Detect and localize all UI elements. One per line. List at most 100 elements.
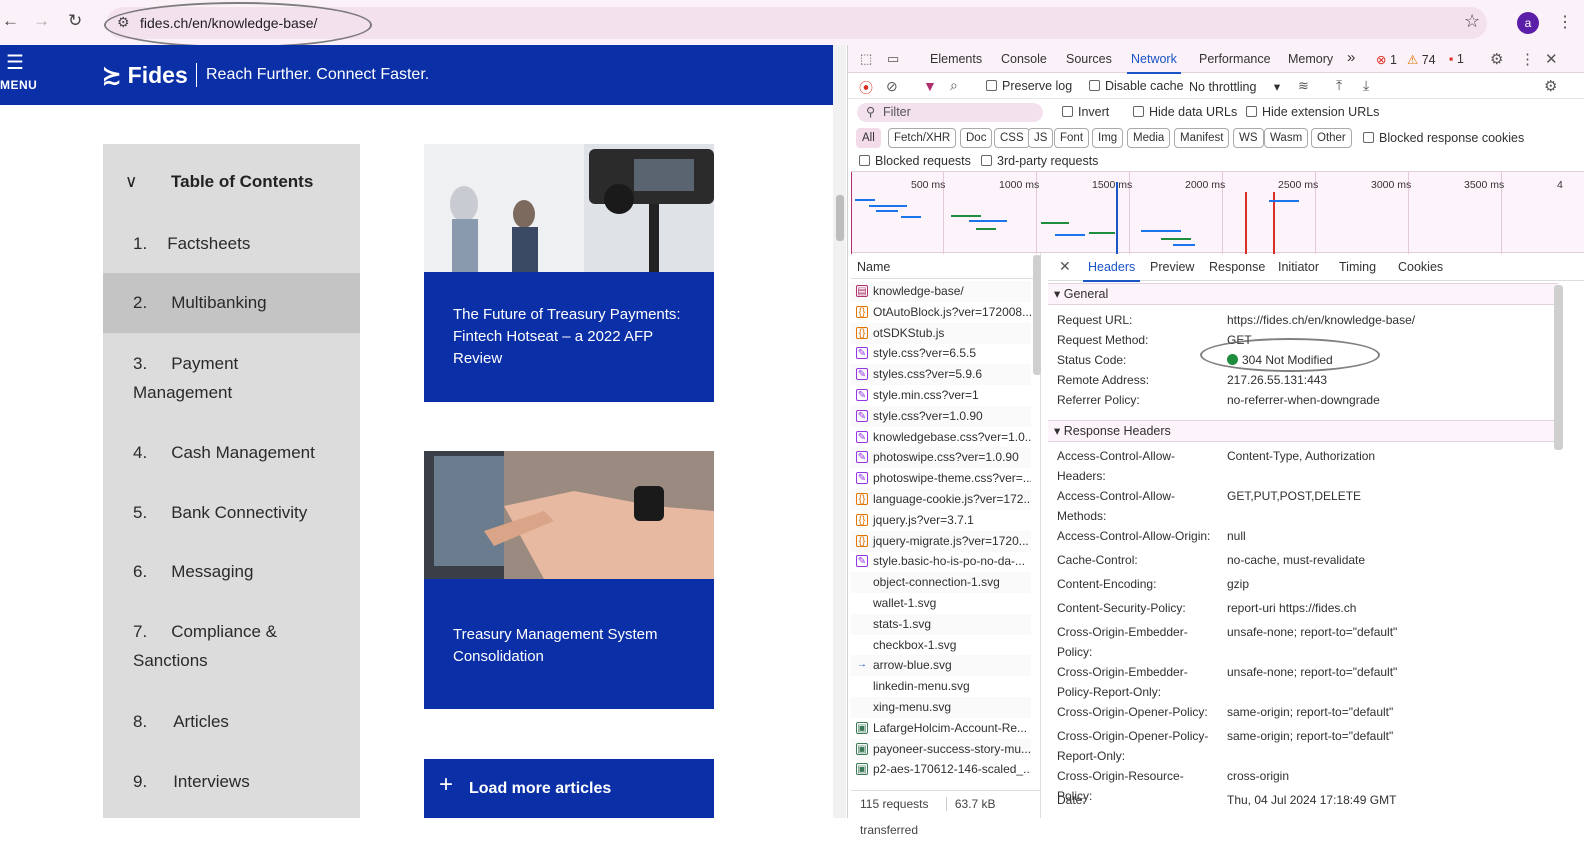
tab-elements[interactable]: Elements	[930, 52, 982, 66]
request-row[interactable]: ▣ payoneer-success-story-mu...	[851, 738, 1031, 760]
devtools-menu-icon[interactable]: ⋮	[1520, 50, 1535, 68]
request-row[interactable]: xing-menu.svg	[851, 697, 1031, 718]
tab-headers[interactable]: Headers	[1082, 260, 1141, 282]
type-filter-font[interactable]: Font	[1054, 128, 1090, 148]
settings-gear-icon[interactable]: ⚙	[1490, 50, 1503, 68]
request-row[interactable]: stats-1.svg	[851, 613, 1031, 635]
type-filter-all[interactable]: All	[856, 128, 881, 148]
toc-item-messaging[interactable]: 6. Messaging	[103, 557, 360, 586]
toc-item-factsheets[interactable]: 1. Factsheets	[103, 229, 360, 258]
request-row[interactable]: {} jquery-migrate.js?ver=1720...	[851, 530, 1031, 552]
details-scrollbar[interactable]	[1554, 285, 1563, 450]
blocked-response-cookies-checkbox[interactable]: Blocked response cookies	[1363, 131, 1524, 145]
network-settings-icon[interactable]: ⚙	[1544, 77, 1557, 95]
network-overview-timeline[interactable]: 500 ms 1000 ms 1500 ms 2000 ms 2500 ms 3…	[851, 171, 1584, 254]
preserve-log-checkbox[interactable]: Preserve log	[986, 79, 1072, 93]
toc-item-articles[interactable]: 8. Articles	[103, 707, 360, 736]
error-count-badge[interactable]: ⊗ 1	[1376, 52, 1397, 67]
request-row[interactable]: ✎ styles.css?ver=5.9.6	[851, 364, 1031, 386]
tab-console[interactable]: Console	[1001, 52, 1047, 66]
close-details-icon[interactable]: ✕	[1059, 258, 1071, 275]
invert-checkbox[interactable]: Invert	[1062, 105, 1109, 119]
type-filter-doc[interactable]: Doc	[960, 128, 993, 148]
article-title[interactable]: Treasury Management System Consolidation	[453, 624, 693, 668]
request-list-scrollbar[interactable]	[1033, 255, 1041, 375]
close-devtools-icon[interactable]: ✕	[1545, 50, 1558, 68]
search-icon[interactable]: ⌕	[950, 77, 958, 94]
type-filter-css[interactable]: CSS	[994, 128, 1030, 148]
toc-item-cash-management[interactable]: 4. Cash Management	[103, 438, 360, 467]
bookmark-star-icon[interactable]: ☆	[1464, 11, 1480, 32]
tab-sources[interactable]: Sources	[1066, 52, 1112, 66]
type-filter-js[interactable]: JS	[1028, 128, 1054, 148]
toc-item-multibanking[interactable]: 2. Multibanking	[103, 273, 360, 333]
response-headers-section-header[interactable]: ▾ Response Headers	[1048, 420, 1558, 442]
article-card[interactable]: The Future of Treasury Payments: Fintech…	[424, 144, 714, 402]
request-row[interactable]: ✎ photoswipe.css?ver=1.0.90	[851, 447, 1031, 469]
request-row[interactable]: ✎ photoswipe-theme.css?ver=...	[851, 468, 1031, 489]
tab-preview[interactable]: Preview	[1150, 260, 1194, 274]
type-filter-img[interactable]: Img	[1092, 128, 1124, 148]
request-row[interactable]: ✎ style.basic-ho-is-po-no-da-...	[851, 551, 1031, 572]
type-filter-other[interactable]: Other	[1311, 128, 1352, 148]
hide-extension-urls-checkbox[interactable]: Hide extension URLs	[1246, 105, 1379, 119]
article-card[interactable]: Treasury Management System Consolidation	[424, 451, 714, 709]
toc-item-bank-connectivity[interactable]: 5. Bank Connectivity	[103, 498, 360, 527]
toc-item-interviews[interactable]: 9. Interviews	[103, 767, 360, 796]
type-filter-manifest[interactable]: Manifest	[1174, 128, 1230, 148]
article-title[interactable]: The Future of Treasury Payments: Fintech…	[453, 304, 693, 370]
hamburger-menu-icon[interactable]: ☰	[6, 53, 24, 73]
type-filter-fetch[interactable]: Fetch/XHR	[888, 128, 957, 148]
general-section-header[interactable]: ▾ General	[1048, 283, 1558, 305]
page-scrollbar-thumb[interactable]	[836, 195, 844, 241]
request-row[interactable]: object-connection-1.svg	[851, 572, 1031, 594]
back-arrow-icon[interactable]: ←	[2, 11, 19, 31]
fides-logo[interactable]: ≿ Fides	[102, 62, 188, 89]
tab-cookies[interactable]: Cookies	[1398, 260, 1443, 274]
warning-count-badge[interactable]: ⚠ 74	[1407, 52, 1436, 67]
tab-performance[interactable]: Performance	[1199, 52, 1271, 66]
filter-funnel-icon[interactable]: ▼	[923, 78, 937, 94]
type-filter-wasm[interactable]: Wasm	[1264, 128, 1309, 148]
avatar[interactable]: a	[1517, 12, 1539, 34]
request-row[interactable]: ▣ p2-aes-170612-146-scaled_...	[851, 759, 1031, 780]
type-filter-ws[interactable]: WS	[1233, 128, 1264, 148]
request-row[interactable]: → arrow-blue.svg	[851, 655, 1031, 677]
tab-network[interactable]: Network	[1127, 52, 1181, 74]
throttling-select[interactable]: No throttling ▾	[1189, 79, 1280, 94]
tab-response[interactable]: Response	[1209, 260, 1265, 274]
request-row[interactable]: ✎ style.min.css?ver=1	[851, 385, 1031, 406]
request-row[interactable]: ✎ knowledgebase.css?ver=1.0....	[851, 427, 1031, 448]
request-row[interactable]: ▤ knowledge-base/	[851, 281, 1031, 302]
toc-item-payment-management[interactable]: 3. Payment Management	[103, 349, 360, 407]
load-more-button[interactable]: + Load more articles	[424, 759, 714, 818]
issues-count-badge[interactable]: ▪ 1	[1449, 52, 1464, 66]
clear-log-icon[interactable]: ⊘	[886, 78, 898, 95]
device-toolbar-icon[interactable]: ▭	[887, 51, 899, 67]
name-column-header[interactable]: Name	[851, 253, 1041, 279]
inspect-element-icon[interactable]: ⬚	[860, 51, 872, 67]
toc-item-compliance[interactable]: 7. Compliance & Sanctions	[103, 617, 360, 675]
tab-initiator[interactable]: Initiator	[1278, 260, 1319, 274]
request-row[interactable]: {} OtAutoBlock.js?ver=172008...	[851, 302, 1031, 323]
import-har-icon[interactable]: ⤒	[1336, 77, 1342, 94]
third-party-requests-checkbox[interactable]: 3rd-party requests	[981, 154, 1098, 168]
request-row[interactable]: {} otSDKStub.js	[851, 322, 1031, 344]
forward-arrow-icon[interactable]: →	[33, 11, 50, 31]
request-row[interactable]: {} language-cookie.js?ver=172...	[851, 489, 1031, 510]
request-row[interactable]: {} jquery.js?ver=3.7.1	[851, 510, 1031, 531]
browser-menu-icon[interactable]: ⋮	[1557, 12, 1573, 32]
disable-cache-checkbox[interactable]: Disable cache	[1089, 79, 1184, 93]
request-row[interactable]: ✎ style.css?ver=6.5.5	[851, 343, 1031, 364]
blocked-requests-checkbox[interactable]: Blocked requests	[859, 154, 971, 168]
more-tabs-button[interactable]: »	[1347, 49, 1355, 66]
request-row[interactable]: linkedin-menu.svg	[851, 676, 1031, 697]
request-row[interactable]: checkbox-1.svg	[851, 635, 1031, 656]
request-row[interactable]: ✎ style.css?ver=1.0.90	[851, 405, 1031, 427]
tab-memory[interactable]: Memory	[1288, 52, 1333, 66]
request-row[interactable]: ▣ LafargeHolcim-Account-Re...	[851, 718, 1031, 739]
type-filter-media[interactable]: Media	[1127, 128, 1171, 148]
tab-timing[interactable]: Timing	[1339, 260, 1376, 274]
export-har-icon[interactable]: ⤓	[1363, 77, 1369, 94]
request-row[interactable]: wallet-1.svg	[851, 593, 1031, 614]
